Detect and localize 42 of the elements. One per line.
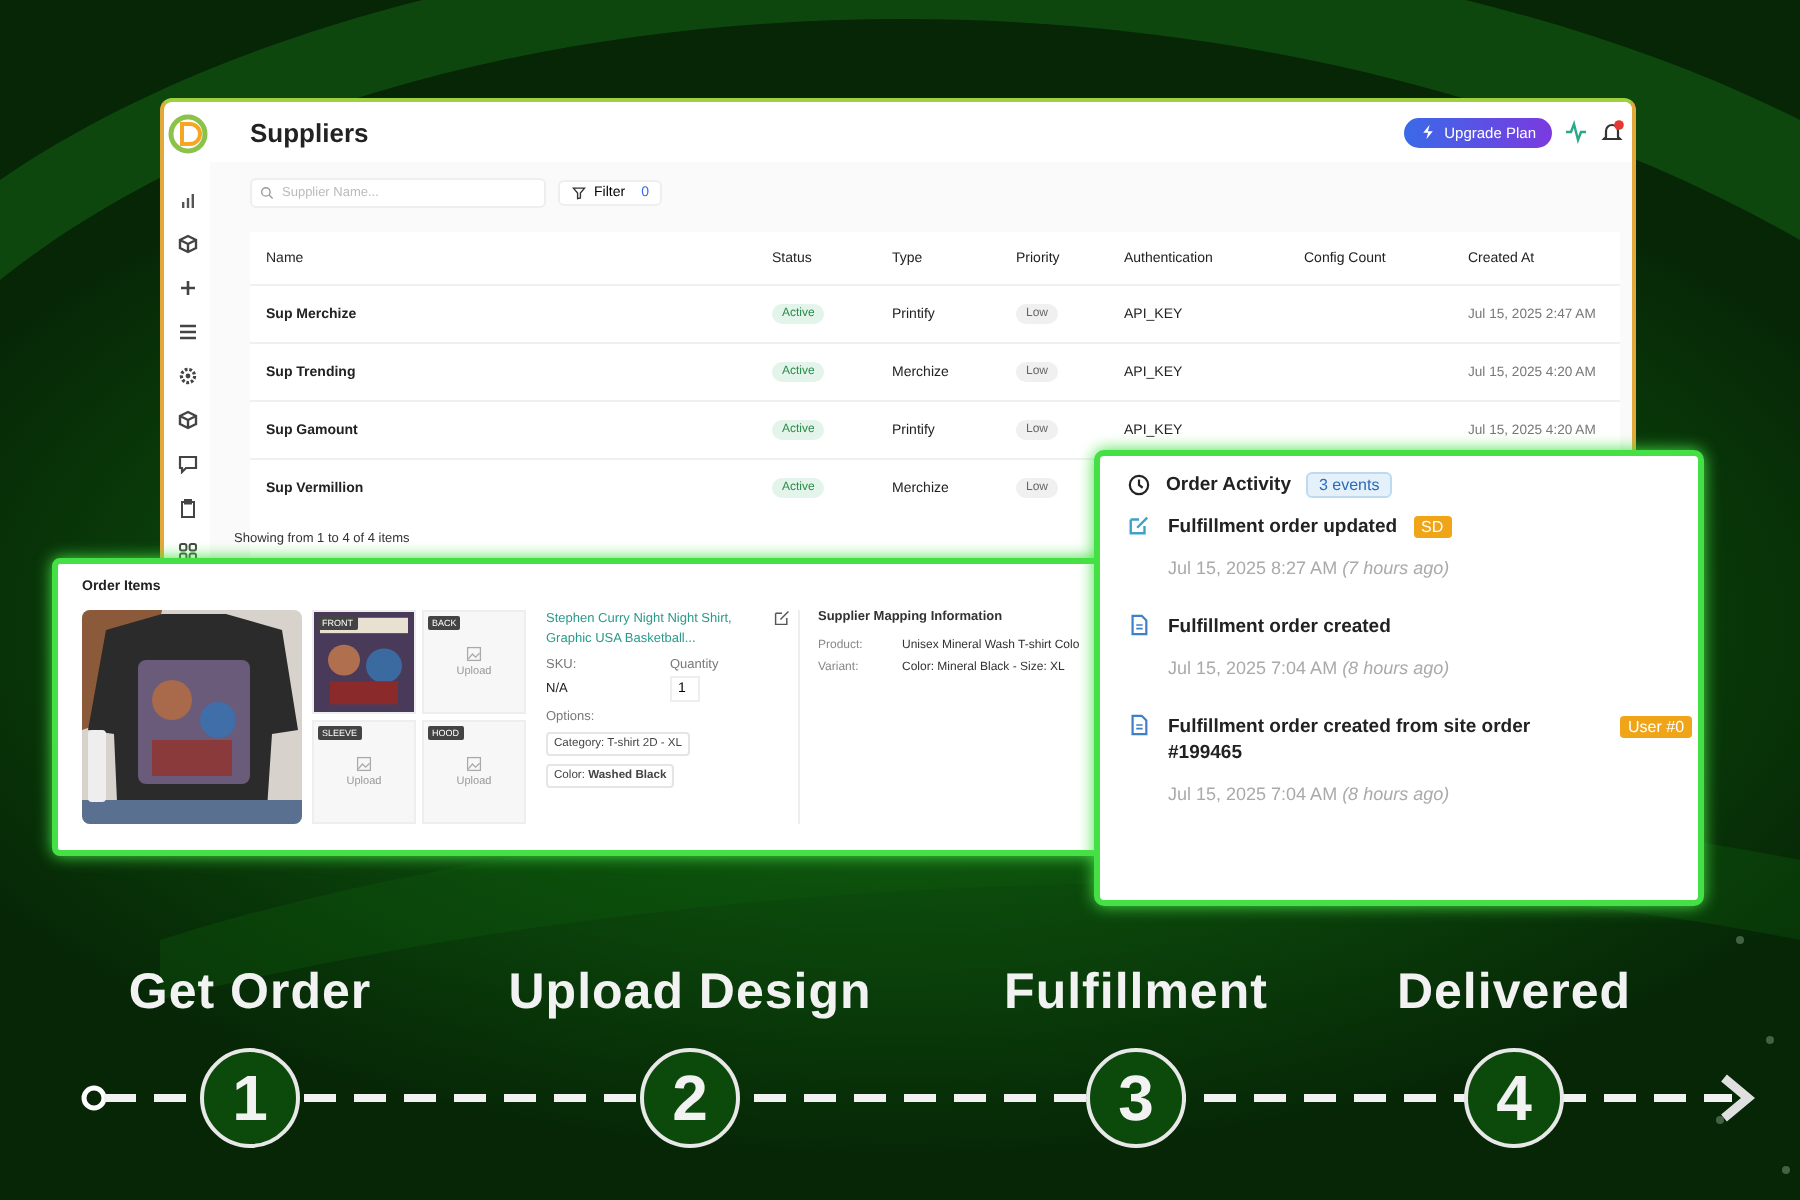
- clipboard-icon[interactable]: [177, 498, 197, 518]
- edit-icon: [1128, 514, 1150, 536]
- cube-icon[interactable]: [177, 410, 197, 430]
- image-icon: [466, 756, 482, 772]
- gear-icon[interactable]: [177, 366, 197, 386]
- logo-icon: [167, 114, 207, 154]
- event-time: Jul 15, 2025 8:27 AM (7 hours ago): [1168, 557, 1452, 578]
- grid-icon[interactable]: [177, 542, 197, 562]
- event-time: Jul 15, 2025 7:04 AM (8 hours ago): [1168, 657, 1450, 678]
- event-title: Fulfillment order created: [1168, 613, 1391, 642]
- cube-icon[interactable]: [177, 234, 197, 254]
- search-icon: [260, 186, 274, 200]
- step-label: Upload Design: [508, 964, 872, 1022]
- activity-icon[interactable]: [1564, 120, 1588, 144]
- clock-icon: [1128, 474, 1150, 496]
- image-icon: [356, 756, 372, 772]
- event-title: Fulfillment order updated: [1168, 514, 1398, 542]
- user-badge: User #0: [1620, 715, 1693, 738]
- list-icon[interactable]: [177, 322, 197, 342]
- event-count-badge: 3 events: [1306, 472, 1392, 498]
- step-label: Delivered: [1396, 964, 1632, 1022]
- event-title: Fulfillment order created from site order #199465: [1168, 713, 1533, 769]
- document-icon: [1128, 713, 1150, 736]
- step-number: 3: [1086, 1048, 1186, 1148]
- step-number: 1: [200, 1048, 300, 1148]
- filter-icon: [572, 186, 586, 200]
- step-label: Fulfillment: [1004, 964, 1268, 1022]
- image-icon: [466, 646, 482, 662]
- event-time: Jul 15, 2025 7:04 AM (8 hours ago): [1168, 784, 1452, 805]
- user-badge: SD: [1413, 516, 1452, 538]
- page-title: Suppliers: [250, 117, 371, 147]
- edit-icon[interactable]: [774, 610, 790, 626]
- step-label: Get Order: [128, 964, 372, 1022]
- document-icon: [1128, 613, 1150, 636]
- chart-icon[interactable]: [177, 190, 197, 210]
- bell-icon[interactable]: [1600, 120, 1624, 144]
- step-number: 2: [640, 1048, 740, 1148]
- step-number: 4: [1464, 1048, 1564, 1148]
- chat-icon[interactable]: [177, 454, 197, 474]
- lightning-icon: [1420, 124, 1437, 140]
- plus-icon[interactable]: [177, 278, 197, 298]
- panel-title: Order Activity: [1166, 474, 1291, 496]
